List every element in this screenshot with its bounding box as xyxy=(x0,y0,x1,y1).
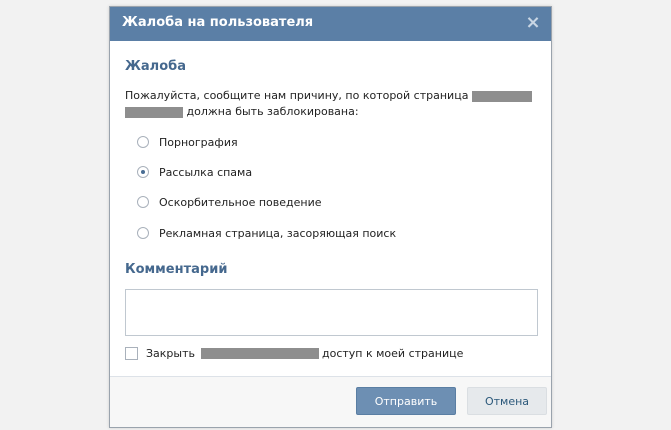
radio-option-spam[interactable]: Рассылка спама xyxy=(137,164,252,180)
radio-label: Оскорбительное поведение xyxy=(159,195,322,209)
redacted-name xyxy=(125,106,183,118)
radio-option-offensive[interactable]: Оскорбительное поведение xyxy=(137,194,322,210)
comment-heading: Комментарий xyxy=(125,262,228,277)
complaint-dialog: Жалоба на пользователя × Жалоба Пожалуйс… xyxy=(109,6,552,428)
redacted-name xyxy=(201,348,319,359)
close-icon[interactable]: × xyxy=(523,13,543,33)
radio-label: Порнография xyxy=(159,135,238,149)
radio-label: Рассылка спама xyxy=(159,165,253,179)
radio-button-selected[interactable] xyxy=(137,166,149,178)
send-button[interactable]: Отправить xyxy=(356,387,456,415)
complaint-heading: Жалоба xyxy=(125,59,186,74)
radio-option-ad[interactable]: Рекламная страница, засоряющая поиск xyxy=(137,225,396,241)
radio-option-porn[interactable]: Порнография xyxy=(137,134,238,150)
complaint-description: Пожалуйста, сообщите нам причину, по кот… xyxy=(125,88,535,120)
block-access-checkbox[interactable] xyxy=(125,347,138,360)
radio-button[interactable] xyxy=(137,196,149,208)
block-access-row[interactable]: Закрыть доступ к моей странице xyxy=(125,347,463,360)
dialog-footer: Отправить Отмена xyxy=(110,376,551,427)
description-text-1: Пожалуйста, сообщите нам причину, по кот… xyxy=(125,89,469,102)
dialog-title: Жалоба на пользователя xyxy=(122,15,314,30)
comment-field[interactable] xyxy=(125,289,538,336)
redacted-name xyxy=(471,90,532,102)
radio-button[interactable] xyxy=(137,227,149,239)
radio-label: Рекламная страница, засоряющая поиск xyxy=(159,226,397,240)
block-label-1: Закрыть xyxy=(146,347,195,360)
dialog-title-bar: Жалоба на пользователя × xyxy=(110,7,551,41)
description-text-2: должна быть заблокирована: xyxy=(186,105,359,118)
cancel-button[interactable]: Отмена xyxy=(467,387,547,415)
radio-button[interactable] xyxy=(137,136,149,148)
block-label-2: доступ к моей странице xyxy=(322,347,464,360)
